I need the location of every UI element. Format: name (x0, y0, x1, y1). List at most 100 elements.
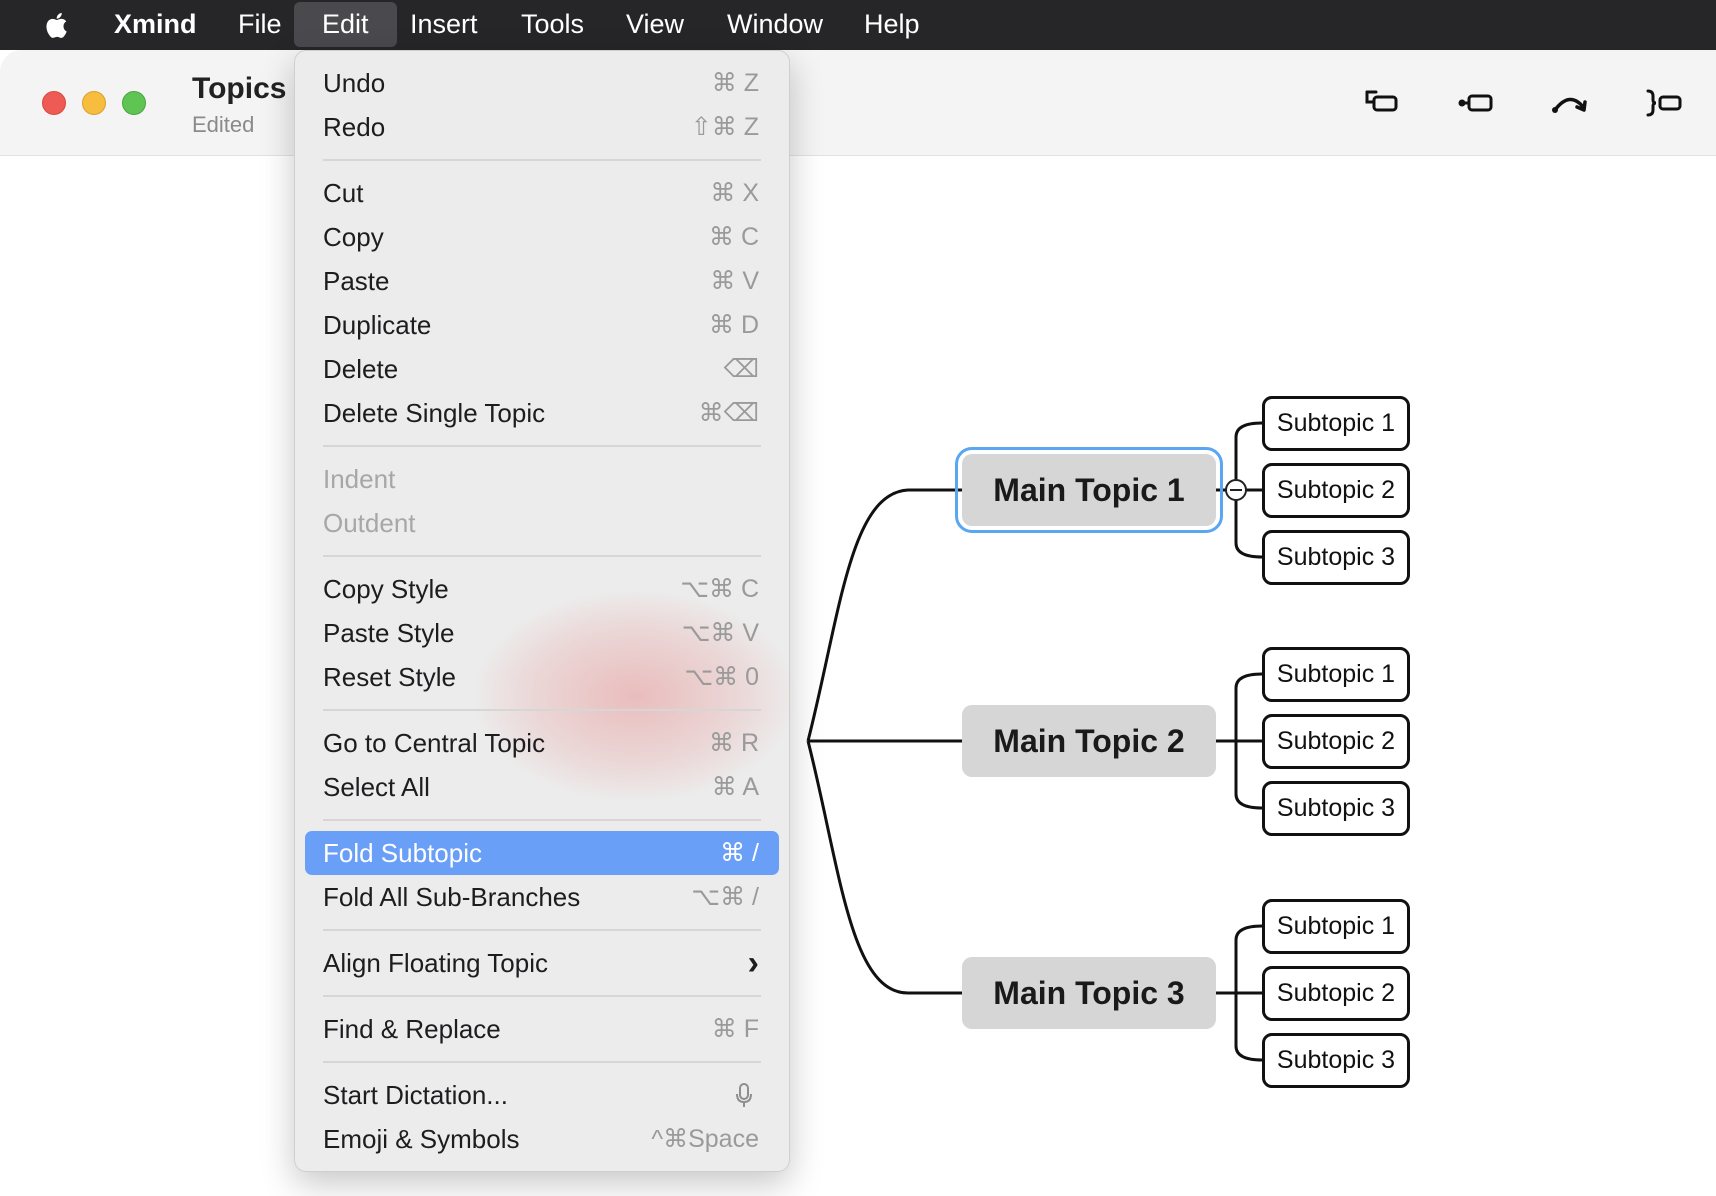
menu-item-shortcut: ⌘ C (709, 223, 759, 251)
menu-item-label: Undo (323, 68, 386, 98)
menu-separator (323, 709, 761, 711)
menu-item-emoji-symbols[interactable]: Emoji & Symbols ^⌘Space (305, 1117, 779, 1161)
document-title: Topics (192, 72, 287, 105)
subtopic-3-3[interactable]: Subtopic 3 (1262, 1033, 1410, 1088)
menu-item-indent: Indent (305, 457, 779, 501)
menu-separator (323, 995, 761, 997)
menu-item-shortcut: ⌫ (723, 355, 759, 383)
menu-separator (323, 1061, 761, 1063)
menu-xmind[interactable]: Xmind (114, 0, 197, 50)
menu-item-label: Copy Style (323, 574, 449, 604)
menu-item-delete[interactable]: Delete ⌫ (305, 347, 779, 391)
menu-item-label: Paste Style (323, 618, 455, 648)
menu-item-label: Copy (323, 222, 384, 252)
menu-edit[interactable]: Edit (294, 2, 397, 47)
menu-item-shortcut: ⌘ X (710, 179, 759, 207)
menu-item-label: Find & Replace (323, 1014, 501, 1044)
menu-item-outdent: Outdent (305, 501, 779, 545)
menu-item-shortcut: ⌘ R (709, 729, 759, 757)
menu-item-label: Redo (323, 112, 386, 142)
menu-item-fold-subtopic[interactable]: Fold Subtopic ⌘ / (305, 831, 779, 875)
menu-item-delete-single-topic[interactable]: Delete Single Topic ⌘⌫ (305, 391, 779, 435)
insert-topic-before-icon[interactable] (1456, 86, 1496, 120)
subtopic-1-2[interactable]: Subtopic 2 (1262, 463, 1410, 518)
subtopic-2-1[interactable]: Subtopic 1 (1262, 647, 1410, 702)
menu-item-label: Select All (323, 772, 430, 802)
menu-item-shortcut: ⌘ D (709, 311, 759, 339)
subtopic-1-1[interactable]: Subtopic 1 (1262, 396, 1410, 451)
menu-item-start-dictation[interactable]: Start Dictation... (305, 1073, 779, 1117)
menu-item-fold-all-sub-branches[interactable]: Fold All Sub-Branches ⌥⌘ / (305, 875, 779, 919)
subtopic-3-2[interactable]: Subtopic 2 (1262, 966, 1410, 1021)
main-topic-3[interactable]: Main Topic 3 (962, 957, 1216, 1029)
menu-item-shortcut: ⌘⌫ (698, 399, 759, 427)
minimize-window-button[interactable] (82, 91, 106, 115)
menu-item-label: Paste (323, 266, 390, 296)
menu-separator (323, 819, 761, 821)
menu-window[interactable]: Window (727, 0, 823, 50)
menu-item-copy-style[interactable]: Copy Style ⌥⌘ C (305, 567, 779, 611)
menu-item-duplicate[interactable]: Duplicate ⌘ D (305, 303, 779, 347)
microphone-icon (736, 1083, 752, 1107)
menu-item-label: Duplicate (323, 310, 432, 340)
menu-item-shortcut: ⇧⌘ Z (690, 113, 759, 141)
menu-item-label: Align Floating Topic (323, 948, 548, 978)
collapse-branch-toggle[interactable] (1225, 479, 1247, 501)
subtopic-2-2[interactable]: Subtopic 2 (1262, 714, 1410, 769)
app-window: Topics Edited Main Topic 1 Main Topic 2 … (0, 50, 1716, 1196)
menu-item-shortcut: ⌥⌘ 0 (684, 663, 759, 691)
window-titlebar: Topics Edited (0, 50, 1716, 156)
edit-menu-dropdown: Undo ⌘ Z Redo ⇧⌘ Z Cut ⌘ X Copy ⌘ C Past… (294, 50, 795, 1172)
subtopic-1-3[interactable]: Subtopic 3 (1262, 530, 1410, 585)
menu-item-shortcut: ⌘ V (710, 267, 759, 295)
menu-item-label: Fold Subtopic (323, 838, 482, 868)
insert-subtopic-icon[interactable] (1362, 86, 1402, 120)
menu-item-shortcut: ^⌘Space (651, 1125, 759, 1153)
document-status: Edited (192, 112, 255, 137)
main-topic-2[interactable]: Main Topic 2 (962, 705, 1216, 777)
relationship-icon[interactable] (1550, 86, 1590, 120)
menu-insert[interactable]: Insert (410, 0, 478, 50)
close-window-button[interactable] (42, 91, 66, 115)
menu-item-undo[interactable]: Undo ⌘ Z (305, 61, 779, 105)
menu-item-label: Emoji & Symbols (323, 1124, 520, 1154)
menu-view[interactable]: View (626, 0, 684, 50)
zoom-window-button[interactable] (122, 91, 146, 115)
main-topic-1[interactable]: Main Topic 1 (955, 447, 1223, 533)
menu-separator (323, 555, 761, 557)
menu-separator (323, 445, 761, 447)
menu-separator (323, 159, 761, 161)
menu-item-paste-style[interactable]: Paste Style ⌥⌘ V (305, 611, 779, 655)
apple-logo-icon[interactable] (40, 8, 74, 42)
menu-item-paste[interactable]: Paste ⌘ V (305, 259, 779, 303)
menu-bar: Xmind File Edit Insert Tools View Window… (0, 0, 1716, 50)
menu-item-label: Indent (323, 464, 396, 494)
submenu-chevron-icon: › (747, 944, 759, 982)
menu-item-shortcut: ⌘ A (711, 773, 759, 801)
menu-item-copy[interactable]: Copy ⌘ C (305, 215, 779, 259)
menu-item-shortcut: ⌥⌘ V (681, 619, 759, 647)
mindmap-canvas[interactable]: Main Topic 1 Main Topic 2 Main Topic 3 S… (0, 155, 1716, 1196)
menu-item-redo[interactable]: Redo ⇧⌘ Z (305, 105, 779, 149)
menu-file[interactable]: File (238, 0, 282, 50)
subtopic-2-3[interactable]: Subtopic 3 (1262, 781, 1410, 836)
menu-item-label: Reset Style (323, 662, 456, 692)
menu-item-label: Outdent (323, 508, 416, 538)
menu-tools[interactable]: Tools (521, 0, 584, 50)
menu-item-shortcut: ⌘ Z (711, 69, 759, 97)
menu-item-find-replace[interactable]: Find & Replace ⌘ F (305, 1007, 779, 1051)
subtopic-3-1[interactable]: Subtopic 1 (1262, 899, 1410, 954)
menu-item-go-to-central-topic[interactable]: Go to Central Topic ⌘ R (305, 721, 779, 765)
mindmap-connectors (806, 421, 1263, 1062)
menu-item-align-floating-topic[interactable]: Align Floating Topic › (305, 941, 779, 985)
menu-separator (323, 929, 761, 931)
menu-item-select-all[interactable]: Select All ⌘ A (305, 765, 779, 809)
menu-item-cut[interactable]: Cut ⌘ X (305, 171, 779, 215)
summary-icon[interactable] (1644, 86, 1684, 120)
menu-item-label: Delete Single Topic (323, 398, 546, 428)
menu-item-shortcut: ⌥⌘ / (691, 883, 759, 911)
menu-item-reset-style[interactable]: Reset Style ⌥⌘ 0 (305, 655, 779, 699)
menu-help[interactable]: Help (864, 0, 920, 50)
menu-item-label: Go to Central Topic (323, 728, 546, 758)
menu-item-label: Cut (323, 178, 364, 208)
